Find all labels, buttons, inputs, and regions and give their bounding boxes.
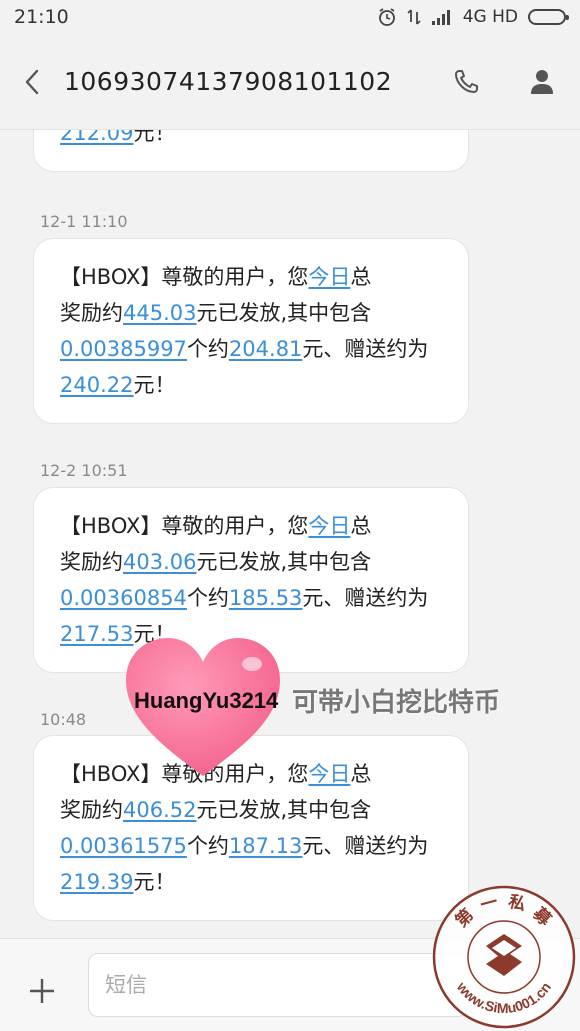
- message-text: 个约: [186, 586, 229, 610]
- sms-input[interactable]: [88, 953, 468, 1017]
- message-text: 总: [350, 265, 372, 289]
- date-link[interactable]: 今日: [308, 514, 350, 538]
- alarm-icon: [377, 7, 397, 27]
- message-text: 元已发放,其中包含: [196, 301, 372, 325]
- chevron-left-icon: [25, 69, 39, 94]
- message-line: 【HBOX】尊敬的用户，您今日总: [60, 508, 446, 544]
- network-type: 4G HD: [462, 7, 518, 27]
- amount-link[interactable]: 204.81: [229, 337, 302, 361]
- message-text: 元已发放,其中包含: [196, 798, 372, 822]
- amount-link[interactable]: 0.00385997: [60, 337, 187, 361]
- call-button[interactable]: [428, 34, 504, 130]
- contact-button[interactable]: [504, 34, 580, 130]
- message-text: 元、赠送约为: [302, 834, 429, 858]
- date-link[interactable]: 今日: [308, 265, 350, 289]
- message-timestamp: 12-1 11:10: [40, 212, 128, 231]
- conversation-title: 10693074137908101102: [64, 67, 393, 96]
- message-line: 【HBOX】尊敬的用户，您今日总: [60, 259, 446, 295]
- message-text: 元、赠送约为: [302, 337, 429, 361]
- watermark-text: 可带小白挖比特币: [292, 688, 501, 718]
- message-text: 元！: [133, 130, 176, 145]
- message-line: 0.00361575个约187.13元、赠送约为: [60, 828, 446, 864]
- amount-link[interactable]: 219.39: [60, 870, 133, 894]
- status-time: 21:10: [14, 6, 69, 28]
- message-bubble[interactable]: 212.09元！: [33, 130, 469, 172]
- message-line: 0.00385997个约204.81元、赠送约为: [60, 331, 446, 367]
- message-line: 奖励约406.52元已发放,其中包含: [60, 792, 446, 828]
- amount-link[interactable]: 406.52: [123, 798, 196, 822]
- amount-link[interactable]: 0.00360854: [60, 586, 187, 610]
- message-text: 奖励约: [60, 550, 123, 574]
- battery-icon: [528, 9, 569, 25]
- amount-link[interactable]: 185.53: [229, 586, 302, 610]
- cell-signal-icon: [431, 8, 453, 26]
- amount-link[interactable]: 212.09: [60, 130, 133, 145]
- message-line: 212.09元！: [60, 130, 446, 151]
- conversation-header: 10693074137908101102: [0, 34, 580, 130]
- amount-link[interactable]: 0.00361575: [60, 834, 187, 858]
- message-text: 总: [350, 514, 372, 538]
- message-line: 240.22元！: [60, 367, 446, 403]
- message-text: 奖励约: [60, 301, 123, 325]
- signal-muted-icon: [407, 7, 421, 27]
- attach-button[interactable]: [20, 969, 64, 1013]
- message-bubble[interactable]: 【HBOX】尊敬的用户，您今日总 奖励约445.03元已发放,其中包含 0.00…: [33, 238, 469, 424]
- amount-link[interactable]: 445.03: [123, 301, 196, 325]
- amount-link[interactable]: 403.06: [123, 550, 196, 574]
- person-icon: [531, 69, 553, 94]
- heart-label: HuangYu3214: [134, 688, 279, 713]
- amount-link[interactable]: 240.22: [60, 373, 133, 397]
- message-text: 个约: [186, 834, 229, 858]
- message-text: 【HBOX】尊敬的用户，您: [60, 514, 309, 538]
- message-text: 元已发放,其中包含: [196, 550, 372, 574]
- message-line: 奖励约445.03元已发放,其中包含: [60, 295, 446, 331]
- message-text: 个约: [186, 337, 229, 361]
- date-link[interactable]: 今日: [308, 762, 350, 786]
- status-bar: 21:10 4G HD: [0, 0, 580, 34]
- message-timestamp: 10:48: [40, 710, 87, 729]
- message-line: 219.39元！: [60, 864, 446, 900]
- message-text: 总: [350, 762, 372, 786]
- message-line: 0.00360854个约185.53元、赠送约为: [60, 580, 446, 616]
- message-text: 元！: [133, 870, 176, 894]
- message-line: 奖励约403.06元已发放,其中包含: [60, 544, 446, 580]
- amount-link[interactable]: 187.13: [229, 834, 302, 858]
- back-button[interactable]: [0, 34, 64, 130]
- message-text: 元、赠送约为: [302, 586, 429, 610]
- message-thread[interactable]: 212.09元！ 12-1 11:10 【HBOX】尊敬的用户，您今日总 奖励约…: [0, 130, 580, 938]
- seal-logo: 第 一 私 募 www.SiMu001.cn: [432, 885, 576, 1029]
- status-icons: 4G HD: [377, 7, 569, 27]
- message-text: 奖励约: [60, 798, 123, 822]
- phone-icon: [455, 69, 478, 93]
- plus-icon: [30, 979, 54, 1003]
- message-text: 【HBOX】尊敬的用户，您: [60, 265, 309, 289]
- message-text: 元！: [133, 373, 176, 397]
- message-timestamp: 12-2 10:51: [40, 461, 128, 480]
